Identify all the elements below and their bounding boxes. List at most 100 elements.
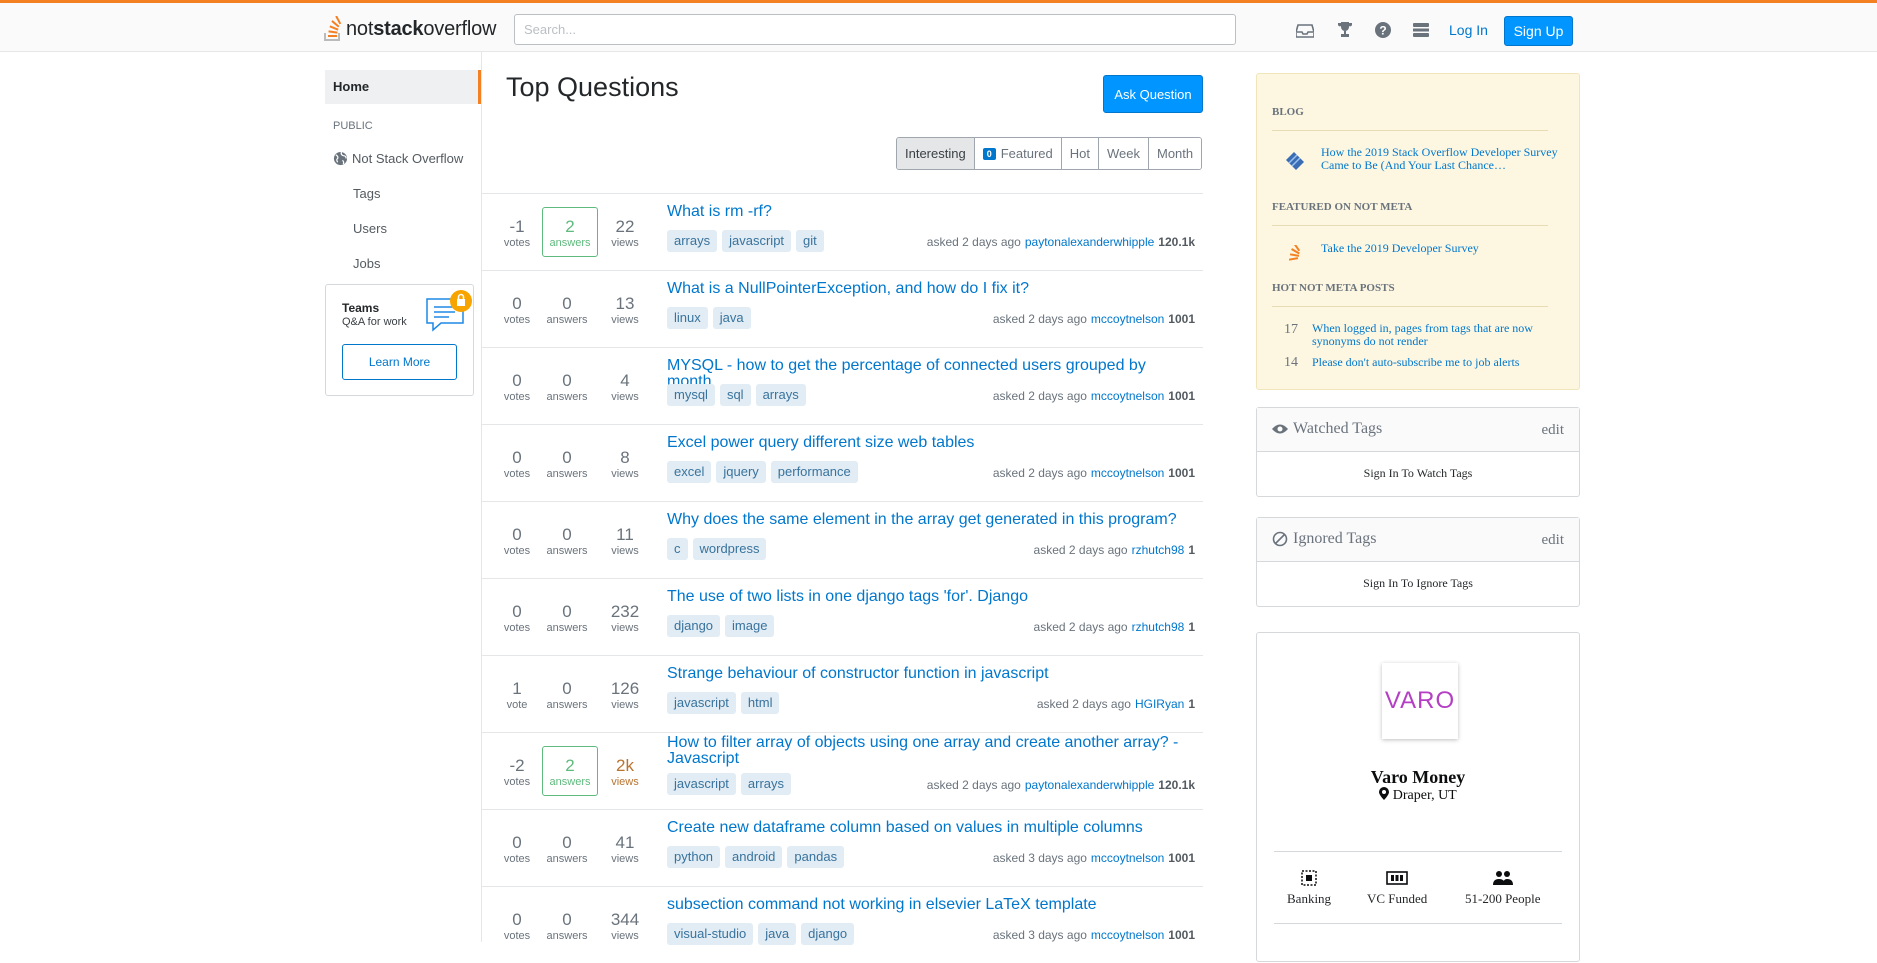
hot-post-link[interactable]: Please don't auto-subscribe me to job al… <box>1312 356 1552 369</box>
question-title-link[interactable]: Why does the same element in the array g… <box>667 512 1187 528</box>
view-label: views <box>611 468 639 480</box>
filter-interesting[interactable]: Interesting <box>897 138 974 169</box>
user-link[interactable]: rzhutch98 <box>1132 543 1185 557</box>
tag[interactable]: git <box>796 230 824 252</box>
search-input[interactable]: Search... <box>514 14 1236 45</box>
question-title-link[interactable]: How to filter array of objects using one… <box>667 735 1187 767</box>
tag[interactable]: arrays <box>740 773 792 795</box>
view-label: views <box>611 237 639 249</box>
question-title-link[interactable]: subsection command not working in elsevi… <box>667 897 1187 913</box>
tag[interactable]: jquery <box>716 461 766 483</box>
view-number: 344 <box>610 910 640 929</box>
user-link[interactable]: paytonalexanderwhipple <box>1025 778 1154 792</box>
site-switcher-icon[interactable] <box>1411 20 1431 40</box>
inbox-icon[interactable] <box>1295 20 1315 40</box>
tag[interactable]: performance <box>770 461 858 483</box>
ignored-tags-edit-link[interactable]: edit <box>1542 532 1565 549</box>
question-tags: arrays javascript git <box>667 230 824 252</box>
globe-icon <box>333 151 348 166</box>
tag[interactable]: javascript <box>667 692 736 714</box>
ignore-tags-signin-link[interactable]: Sign In To Ignore Tags <box>1257 562 1579 591</box>
question-title-link[interactable]: What is rm -rf? <box>667 204 1187 220</box>
filter-featured[interactable]: 0 Featured <box>973 138 1061 169</box>
nav-users[interactable]: Users <box>353 221 387 236</box>
asked-time: asked 2 days ago <box>992 389 1087 403</box>
hot-post-link[interactable]: When logged in, pages from tags that are… <box>1312 322 1552 348</box>
vote-number: 0 <box>512 525 522 544</box>
nav-jobs[interactable]: Jobs <box>353 256 380 271</box>
answer-count: 0 answers <box>542 833 592 865</box>
tag[interactable]: javascript <box>667 773 736 795</box>
tag[interactable]: image <box>725 615 775 637</box>
user-link[interactable]: mccoytnelson <box>1091 466 1164 480</box>
question-title-link[interactable]: Create new dataframe column based on val… <box>667 820 1187 836</box>
view-number: 11 <box>616 525 634 544</box>
ask-question-button[interactable]: Ask Question <box>1103 75 1203 113</box>
filter-hot[interactable]: Hot <box>1060 138 1098 169</box>
question-tags: mysql sql arrays <box>667 384 806 406</box>
learn-more-button[interactable]: Learn More <box>342 344 457 380</box>
tag[interactable]: html <box>740 692 780 714</box>
user-link[interactable]: rzhutch98 <box>1132 620 1185 634</box>
tag[interactable]: linux <box>667 307 708 329</box>
signup-button[interactable]: Sign Up <box>1504 16 1573 46</box>
answer-label: answers <box>546 622 588 634</box>
help-icon[interactable]: ? <box>1373 20 1393 40</box>
question-title-link[interactable]: Excel power query different size web tab… <box>667 435 1187 451</box>
watched-tags-edit-link[interactable]: edit <box>1542 422 1565 439</box>
nav-tags[interactable]: Tags <box>353 186 380 201</box>
vote-count: -1 votes <box>492 217 542 249</box>
tag[interactable]: pandas <box>787 846 845 868</box>
company-location-text: Draper, UT <box>1392 788 1457 803</box>
hot-meta-heading: HOT NOT META POSTS <box>1272 282 1395 294</box>
filter-week[interactable]: Week <box>1098 138 1148 169</box>
blog-heading: BLOG <box>1272 106 1304 118</box>
question-tags: javascript arrays <box>667 773 792 795</box>
question-title-link[interactable]: Strange behaviour of constructor functio… <box>667 666 1187 682</box>
tag[interactable]: excel <box>667 461 712 483</box>
blog-post-link[interactable]: How the 2019 Stack Overflow Developer Su… <box>1321 146 1561 172</box>
question-meta: asked 2 days ago paytonalexanderwhipple 12… <box>927 778 1195 792</box>
tag[interactable]: wordpress <box>692 538 767 560</box>
asked-time: asked 2 days ago <box>992 312 1087 326</box>
user-link[interactable]: paytonalexanderwhipple <box>1025 235 1154 249</box>
vote-number: 0 <box>512 448 522 467</box>
answer-number: 0 <box>562 910 572 929</box>
tag[interactable]: sql <box>719 384 751 406</box>
tag[interactable]: java <box>712 307 751 329</box>
user-link[interactable]: mccoytnelson <box>1091 389 1164 403</box>
user-link[interactable]: mccoytnelson <box>1091 851 1164 865</box>
answer-label: answers <box>546 391 588 403</box>
nav-site[interactable]: Not Stack Overflow <box>333 151 463 166</box>
site-logo[interactable]: notstackoverflow <box>322 15 496 43</box>
user-link[interactable]: HGIRyan <box>1135 697 1184 711</box>
nav-home[interactable]: Home <box>325 70 481 104</box>
question-title-link[interactable]: What is a NullPointerException, and how … <box>667 281 1187 297</box>
filter-featured-label: Featured <box>1000 146 1053 161</box>
vote-number: 0 <box>512 910 522 929</box>
user-link[interactable]: mccoytnelson <box>1091 928 1164 942</box>
trophy-icon[interactable] <box>1335 20 1355 40</box>
filter-month[interactable]: Month <box>1148 138 1202 169</box>
tag[interactable]: android <box>725 846 783 868</box>
eye-icon <box>1272 424 1288 434</box>
question-title-link[interactable]: The use of two lists in one django tags … <box>667 589 1187 605</box>
tag[interactable]: arrays <box>667 230 718 252</box>
tag[interactable]: django <box>667 615 721 637</box>
view-count: 22 views <box>600 217 650 249</box>
tag[interactable]: javascript <box>722 230 792 252</box>
question-row: 0 votes 0 answers 4 views MYSQL - how to get t… <box>482 347 1203 424</box>
view-number: 41 <box>615 833 635 852</box>
company-ad[interactable]: VARO Varo Money Draper, UT Banking VC Fu… <box>1256 632 1580 962</box>
login-link[interactable]: Log In <box>1449 22 1488 38</box>
vote-label: vote <box>506 699 528 711</box>
user-link[interactable]: mccoytnelson <box>1091 312 1164 326</box>
watch-tags-signin-link[interactable]: Sign In To Watch Tags <box>1257 452 1579 481</box>
tag[interactable]: mysql <box>667 384 715 406</box>
featured-link[interactable]: Take the 2019 Developer Survey <box>1321 242 1561 255</box>
tag[interactable]: python <box>667 846 721 868</box>
view-count: 41 views <box>600 833 650 865</box>
tag[interactable]: arrays <box>755 384 806 406</box>
tag[interactable]: c <box>667 538 688 560</box>
question-row: -2 votes 2 answers 2k views How to filter arra… <box>482 732 1203 809</box>
